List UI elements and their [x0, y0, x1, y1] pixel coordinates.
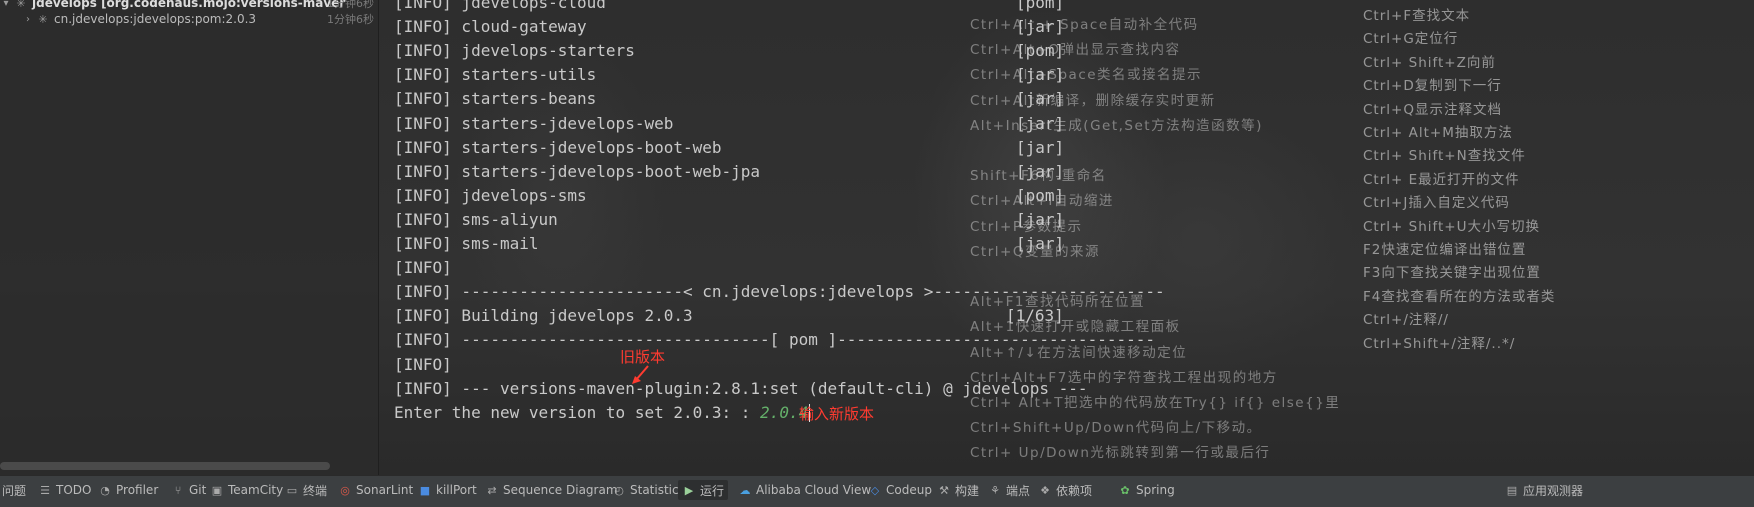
horizontal-scrollbar[interactable]	[0, 462, 330, 470]
tool-window-codeup[interactable]: ◇ Codeup	[868, 480, 932, 500]
chevron-down-icon[interactable]: ▾	[0, 0, 12, 9]
tool-window-statistic[interactable]: ◴ Statistic	[612, 480, 679, 500]
tool-window-label: Statistic	[630, 483, 679, 497]
tool-window-terminal[interactable]: ▭ 终端	[285, 480, 327, 500]
console-packaging: [jar]	[1016, 137, 1065, 157]
console-line: [INFO] Building jdevelops 2.0.3	[394, 306, 693, 326]
tree-item-label: cn.jdevelops:jdevelops:pom:2.0.3	[54, 12, 257, 26]
list-icon: ☰	[40, 483, 50, 497]
build-tree-panel: ▾ ✳ jdevelops [org.codehaus.mojo:version…	[0, 0, 379, 475]
console-output[interactable]: [INFO] jdevelops-cloud [pom] [INFO] cloud-…	[378, 0, 1754, 475]
tool-window-dependencies[interactable]: ❖ 依赖项	[1038, 480, 1092, 500]
codeup-icon: ◇	[870, 483, 880, 497]
console-line: [INFO]	[394, 258, 452, 278]
tool-window-run[interactable]: ▶ 运行	[678, 480, 729, 500]
console-line: [INFO] sms-aliyun	[394, 209, 558, 229]
console-prompt-line[interactable]: Enter the new version to set 2.0.3: : 2.…	[394, 401, 811, 425]
console-packaging: [pom]	[1016, 41, 1065, 61]
statistic-icon: ◴	[614, 483, 624, 497]
console-line: [INFO] -----------------------< cn.jdeve…	[394, 282, 1165, 302]
console-line: [INFO] jdevelops-cloud	[394, 0, 606, 12]
tool-window-label: 问题	[2, 483, 27, 498]
spring-icon: ✿	[1120, 483, 1130, 497]
hammer-icon: ⚒	[939, 483, 949, 497]
tree-item-child[interactable]: › ✳ cn.jdevelops:jdevelops:pom:2.0.3 1分钟…	[0, 9, 378, 29]
tool-window-sonarlint[interactable]: ◎ SonarLint	[338, 480, 413, 500]
status-bar	[0, 498, 1754, 506]
profiler-icon: ◔	[100, 483, 110, 497]
tool-window-label: Spring	[1136, 483, 1175, 497]
tool-window-profiler[interactable]: ◔ Profiler	[98, 480, 158, 500]
tool-window-label: TODO	[56, 483, 92, 497]
console-line: [INFO] starters-beans	[394, 89, 597, 109]
tool-window-teamcity[interactable]: ▣ TeamCity	[210, 480, 283, 500]
tool-window-killport[interactable]: ■ killPort	[418, 480, 477, 500]
tool-window-list[interactable]: ☰ TODO	[38, 480, 91, 500]
console-line: [INFO] --- versions-maven-plugin:2.8.1:s…	[394, 378, 1088, 398]
console-line: [INFO] jdevelops-sms	[394, 185, 587, 205]
console-packaging: [jar]	[1016, 234, 1065, 253]
branch-icon: ⑂	[174, 483, 182, 497]
console-packaging: [jar]	[1016, 209, 1065, 229]
tool-window-label: TeamCity	[228, 483, 284, 497]
tool-window-sequence[interactable]: ⇄ Sequence Diagram	[485, 480, 618, 500]
console-packaging: [jar]	[1016, 89, 1065, 109]
console-line: [INFO]	[394, 354, 452, 374]
tool-window-spring[interactable]: ✿ Spring	[1118, 480, 1175, 500]
console-line: [INFO] jdevelops-starters	[394, 41, 635, 61]
tool-window-label: 终端	[303, 483, 328, 498]
console-line: [INFO] starters-jdevelops-boot-web-jpa	[394, 161, 761, 181]
annotation-arrow-icon	[632, 365, 649, 384]
teamcity-icon: ▣	[211, 483, 223, 497]
endpoints-icon: ⚘	[990, 483, 1000, 497]
tool-window-cloud[interactable]: ☁ Alibaba Cloud View	[738, 480, 872, 500]
cloud-icon: ☁	[739, 483, 751, 497]
tool-window-label: SonarLint	[356, 483, 414, 497]
spinner-icon: ✳	[16, 0, 26, 10]
console-packaging: [pom]	[1016, 0, 1065, 12]
console-packaging: [1/63]	[1006, 306, 1064, 326]
console-line: [INFO] starters-utils	[394, 65, 597, 85]
tool-window-endpoints[interactable]: ⚘ 端点	[988, 480, 1030, 500]
tool-window-label: 应用观测器	[1523, 483, 1584, 498]
sonarlint-icon: ◎	[340, 483, 350, 497]
tool-window-label: Profiler	[116, 483, 159, 497]
annotation-new-version: 输入新版本	[799, 405, 875, 423]
terminal-icon: ▭	[286, 483, 298, 497]
tool-window-observer[interactable]: ▤ 应用观测器	[1505, 480, 1583, 500]
tool-window-label: Sequence Diagram	[503, 483, 618, 497]
tool-window-problems[interactable]: 问题	[2, 480, 26, 500]
console-line: [INFO] starters-jdevelops-web	[394, 113, 674, 133]
console-packaging: [pom]	[1016, 185, 1065, 205]
console-packaging: [jar]	[1016, 17, 1065, 37]
tool-window-label: Git	[189, 483, 207, 497]
chevron-right-icon[interactable]: ›	[22, 14, 34, 25]
tool-window-label: 运行	[700, 483, 725, 498]
tool-window-label: 端点	[1006, 483, 1031, 498]
sequence-icon: ⇄	[487, 483, 497, 497]
tool-window-label: 依赖项	[1056, 483, 1093, 498]
tree-item-time: 1分钟6秒	[327, 13, 374, 26]
tool-window-label: 构建	[955, 483, 980, 498]
spinner-icon: ✳	[38, 12, 48, 26]
console-line: [INFO] cloud-gateway	[394, 17, 587, 37]
console-prompt: Enter the new version to set 2.0.3: :	[394, 402, 761, 422]
observer-icon: ▤	[1506, 483, 1518, 497]
console-packaging: [jar]	[1016, 65, 1065, 85]
tool-window-hammer[interactable]: ⚒ 构建	[937, 480, 979, 500]
tool-window-label: Codeup	[886, 483, 932, 497]
tool-window-label: Alibaba Cloud View	[756, 483, 872, 497]
tool-window-branch[interactable]: ⑂ Git	[171, 480, 207, 500]
console-line: [INFO] --------------------------------[…	[394, 330, 1155, 350]
tool-window-label: killPort	[436, 483, 477, 497]
console-line: [INFO] sms-mail	[394, 234, 539, 253]
run-icon: ▶	[684, 483, 694, 497]
console-packaging: [jar]	[1016, 113, 1065, 133]
dependencies-icon: ❖	[1040, 483, 1050, 497]
console-line: [INFO] starters-jdevelops-boot-web	[394, 137, 722, 157]
console-packaging: [jar]	[1016, 161, 1065, 181]
killport-icon: ■	[419, 483, 431, 497]
